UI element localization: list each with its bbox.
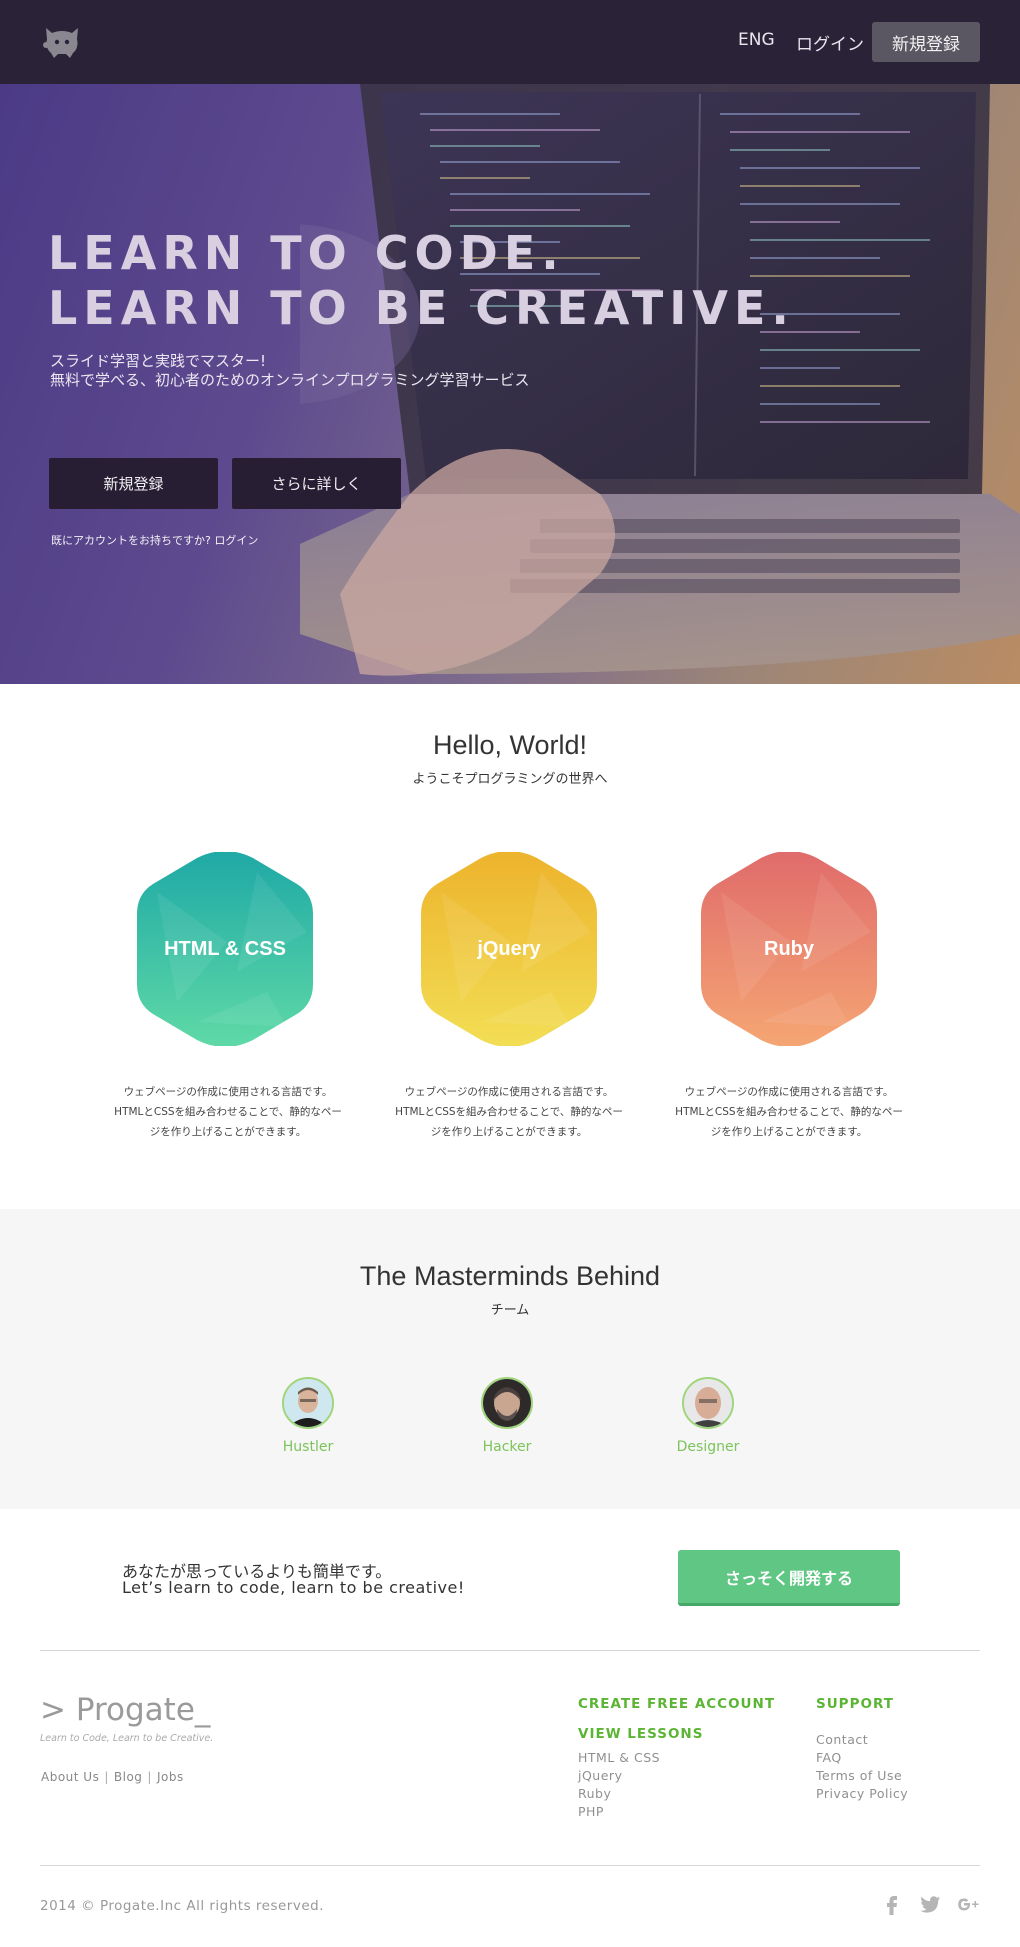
hero-headline-line1: LEARN TO CODE. (48, 226, 565, 280)
course-name-ruby: Ruby (764, 937, 814, 960)
footer-brand-logo[interactable]: > Progate_ (40, 1692, 210, 1728)
link-separator: | (104, 1770, 109, 1784)
course-desc-line: HTMLとCSSを組み合わせることで、静的なペー (395, 1106, 623, 1118)
team-member-role: Hacker (482, 1439, 532, 1455)
footer-support-list: Contact FAQ Terms of Use Privacy Policy (816, 1731, 908, 1803)
hero-existing-account-login-link[interactable]: 既にアカウントをお持ちですか? ログイン (51, 532, 258, 548)
team-member-role: Hustler (282, 1439, 334, 1455)
language-switch-link[interactable]: ENG (738, 30, 775, 50)
footer-view-lessons-heading[interactable]: VIEW LESSONS (578, 1726, 703, 1742)
footer-divider-top (40, 1650, 980, 1651)
twitter-icon[interactable] (918, 1892, 942, 1916)
footer-create-account-link[interactable]: CREATE FREE ACCOUNT (578, 1696, 775, 1712)
hero-learn-more-button[interactable]: さらに詳しく (232, 458, 401, 509)
intro-subtitle: ようこそプログラミングの世界へ (412, 772, 608, 787)
course-description-html-css: ウェブページの作成に使用される言語です。 HTMLとCSSを組み合わせることで、… (113, 1082, 343, 1142)
hustler-portrait-icon (284, 1379, 332, 1427)
copyright-text: 2014 © Progate.Inc All rights reserved. (40, 1898, 325, 1914)
course-desc-line: ジを作り上げることができます。 (149, 1126, 307, 1138)
hero-subtitle-line1: スライド学習と実践でマスター! (50, 352, 267, 370)
designer-portrait-icon (684, 1379, 732, 1427)
course-desc-line: ウェブページの作成に使用される言語です。 (684, 1086, 894, 1098)
hero-subtitle-line2: 無料で学べる、初心者のためのオンラインプログラミング学習サービス (50, 371, 530, 389)
footer-lesson-link[interactable]: jQuery (578, 1767, 660, 1785)
site-header: ENG ログイン 新規登録 (0, 0, 1020, 84)
course-description-ruby: ウェブページの作成に使用される言語です。 HTMLとCSSを組み合わせることで、… (674, 1082, 904, 1142)
team-member-role: Designer (676, 1439, 740, 1455)
course-desc-line: ジを作り上げることができます。 (710, 1126, 868, 1138)
footer-support-link[interactable]: Privacy Policy (816, 1785, 908, 1803)
hero-subtitle: スライド学習と実践でマスター! 無料で学べる、初心者のためのオンラインプログラミ… (50, 352, 530, 390)
course-name-html-css: HTML & CSS (164, 937, 286, 960)
team-member-hustler[interactable]: Hustler (258, 1377, 358, 1455)
hero-headline-line2: LEARN TO BE CREATIVE. (48, 281, 795, 335)
team-title: The Masterminds Behind (359, 1261, 661, 1291)
footer-link-about-us[interactable]: About Us (41, 1770, 99, 1784)
course-hex-jquery[interactable]: jQuery (421, 851, 597, 1047)
footer-tagline: Learn to Code, Learn to be Creative. (40, 1733, 214, 1744)
avatar[interactable] (481, 1377, 533, 1429)
progate-owl-logo-icon[interactable] (40, 20, 84, 64)
footer-support-heading: SUPPORT (816, 1696, 894, 1712)
hero-section: LEARN TO CODE. LEARN TO BE CREATIVE. スライ… (0, 84, 1020, 684)
course-desc-line: ジを作り上げることができます。 (430, 1126, 588, 1138)
course-description-jquery: ウェブページの作成に使用される言語です。 HTMLとCSSを組み合わせることで、… (394, 1082, 624, 1142)
start-developing-button[interactable]: さっそく開発する (678, 1550, 900, 1606)
footer-support-link[interactable]: FAQ (816, 1749, 908, 1767)
footer-lesson-link[interactable]: PHP (578, 1803, 660, 1821)
course-name-jquery: jQuery (477, 937, 541, 960)
hero-headline: LEARN TO CODE. LEARN TO BE CREATIVE. (48, 226, 795, 336)
cta-tagline-en: Let’s learn to code, learn to be creativ… (122, 1578, 465, 1597)
avatar[interactable] (282, 1377, 334, 1429)
team-section: The Masterminds Behind チーム Hustler Hacke… (0, 1209, 1020, 1509)
footer-company-links: About Us | Blog | Jobs (41, 1770, 184, 1784)
footer-lesson-link[interactable]: HTML & CSS (578, 1749, 660, 1767)
facebook-icon[interactable] (880, 1892, 904, 1916)
footer-lessons-list: HTML & CSS jQuery Ruby PHP (578, 1749, 660, 1821)
footer-link-jobs[interactable]: Jobs (157, 1770, 184, 1784)
course-hex-ruby[interactable]: Ruby (701, 851, 877, 1047)
footer-support-link[interactable]: Contact (816, 1731, 908, 1749)
footer-divider-bottom (40, 1865, 980, 1866)
hacker-portrait-icon (483, 1379, 531, 1427)
footer-support-link[interactable]: Terms of Use (816, 1767, 908, 1785)
hero-signup-button[interactable]: 新規登録 (49, 458, 218, 509)
google-plus-icon[interactable] (956, 1892, 980, 1916)
course-hex-html-css[interactable]: HTML & CSS (137, 851, 313, 1047)
team-member-designer[interactable]: Designer (658, 1377, 758, 1455)
course-desc-line: ウェブページの作成に使用される言語です。 (123, 1086, 333, 1098)
course-desc-line: ウェブページの作成に使用される言語です。 (404, 1086, 614, 1098)
avatar[interactable] (682, 1377, 734, 1429)
footer-link-blog[interactable]: Blog (114, 1770, 143, 1784)
team-member-hacker[interactable]: Hacker (457, 1377, 557, 1455)
header-signup-button[interactable]: 新規登録 (872, 22, 980, 62)
footer-lesson-link[interactable]: Ruby (578, 1785, 660, 1803)
link-separator: | (147, 1770, 152, 1784)
course-desc-line: HTMLとCSSを組み合わせることで、静的なペー (675, 1106, 903, 1118)
header-login-link[interactable]: ログイン (796, 30, 864, 55)
intro-title: Hello, World! (432, 730, 588, 760)
course-desc-line: HTMLとCSSを組み合わせることで、静的なペー (114, 1106, 342, 1118)
team-subtitle: チーム (490, 1303, 530, 1318)
